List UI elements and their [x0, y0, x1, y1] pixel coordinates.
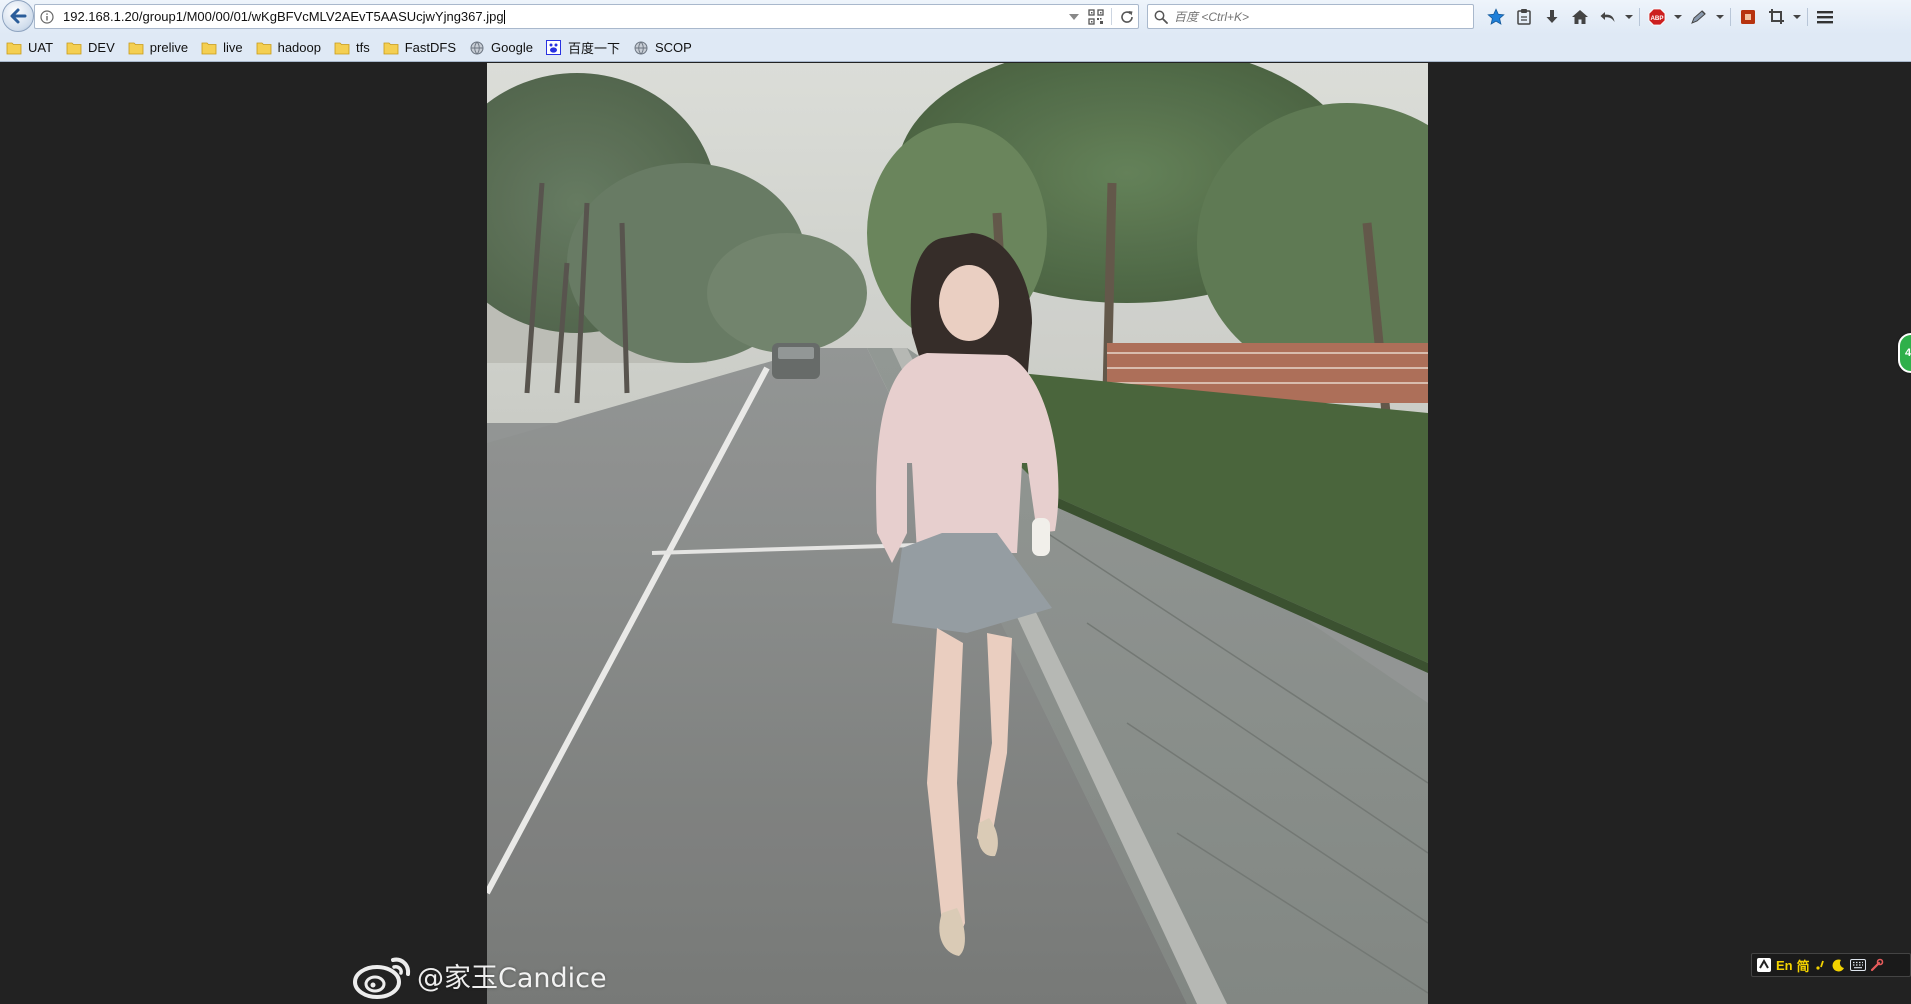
ime-logo-icon[interactable] — [1756, 957, 1772, 973]
crop-dropdown-icon[interactable] — [1790, 4, 1804, 29]
bookmark-label: UAT — [28, 40, 54, 55]
folder-icon — [383, 40, 399, 56]
reload-icon[interactable] — [1116, 9, 1138, 25]
bookmark-label: FastDFS — [404, 40, 457, 55]
search-bar[interactable] — [1147, 4, 1474, 29]
folder-icon — [334, 40, 350, 56]
bookmark-item[interactable]: 百度一下 — [546, 38, 620, 57]
bookmark-label: tfs — [355, 40, 370, 55]
url-input[interactable]: 192.168.1.20/group1/M00/00/01/wKgBFVcMLV… — [59, 9, 1063, 25]
url-bar[interactable]: 192.168.1.20/group1/M00/00/01/wKgBFVcMLV… — [34, 4, 1139, 29]
navigation-toolbar: 192.168.1.20/group1/M00/00/01/wKgBFVcMLV… — [0, 0, 1911, 34]
bookmark-label: live — [223, 40, 243, 55]
folder-icon — [256, 40, 272, 56]
bookmark-item[interactable]: Google — [469, 40, 533, 56]
abp-icon[interactable]: ABP — [1643, 4, 1671, 29]
undo-icon[interactable] — [1594, 4, 1622, 29]
ime-simplified[interactable]: 简 — [1797, 956, 1810, 975]
pen-dropdown-icon[interactable] — [1713, 4, 1727, 29]
folder-icon — [6, 40, 22, 56]
bookmark-item[interactable]: tfs — [334, 40, 370, 56]
bookmark-label: DEV — [88, 40, 115, 55]
bookmark-label: hadoop — [277, 40, 321, 55]
bookmark-item[interactable]: live — [201, 40, 243, 56]
photo-image[interactable] — [487, 63, 1428, 1004]
folder-icon — [201, 40, 217, 56]
ime-lang[interactable]: En — [1776, 958, 1793, 973]
bookmark-item[interactable]: SCOP — [633, 40, 692, 56]
menu-icon[interactable] — [1811, 4, 1839, 29]
bookmark-label: Google — [491, 40, 533, 55]
folder-icon — [66, 40, 82, 56]
weibo-logo-icon — [353, 957, 411, 999]
home-icon[interactable] — [1566, 4, 1594, 29]
site-info-icon[interactable] — [35, 9, 59, 24]
star-icon[interactable] — [1482, 4, 1510, 29]
bookmark-item[interactable]: FastDFS — [383, 40, 456, 56]
ime-toolbar[interactable]: En 简 — [1751, 953, 1911, 977]
crop-icon[interactable] — [1762, 4, 1790, 29]
back-arrow-icon — [10, 8, 27, 24]
bookmark-label: prelive — [149, 40, 189, 55]
bookmark-item[interactable]: prelive — [128, 40, 188, 56]
bookmark-label: SCOP — [654, 40, 692, 55]
toolbar-icons: ABP — [1482, 4, 1839, 29]
download-icon[interactable] — [1538, 4, 1566, 29]
undo-dropdown-icon[interactable] — [1622, 4, 1636, 29]
photo-illustration — [487, 63, 1428, 1004]
clipboard-icon[interactable] — [1510, 4, 1538, 29]
url-text: 192.168.1.20/group1/M00/00/01/wKgBFVcMLV… — [63, 8, 504, 24]
abp-dropdown-icon[interactable] — [1671, 4, 1685, 29]
page-content: @家玉Candice 4 En 简 — [0, 63, 1911, 1004]
bookmark-item[interactable]: UAT — [6, 40, 53, 56]
back-button[interactable] — [2, 0, 34, 32]
pen-icon[interactable] — [1685, 4, 1713, 29]
bookmark-item[interactable]: DEV — [66, 40, 115, 56]
qr-code-icon[interactable] — [1085, 8, 1107, 25]
bookmark-item[interactable]: hadoop — [256, 40, 321, 56]
tools-icon[interactable] — [1870, 958, 1884, 972]
search-input[interactable] — [1174, 9, 1454, 24]
dropdown-arrow-icon[interactable] — [1063, 12, 1085, 22]
weibo-watermark: @家玉Candice — [351, 950, 607, 1000]
globe-icon — [633, 40, 649, 56]
stop-icon[interactable] — [1734, 4, 1762, 29]
search-icon — [1154, 10, 1168, 24]
side-badge-count: 4 — [1905, 347, 1911, 359]
side-badge[interactable]: 4 — [1898, 333, 1911, 373]
keyboard-icon[interactable] — [1849, 959, 1866, 971]
moon-icon[interactable] — [1832, 958, 1846, 972]
bookmark-label: 百度一下 — [567, 41, 620, 56]
bookmarks-bar: UAT DEV prelive live hadoop tfs FastDFS Google 百… — [0, 34, 1911, 62]
watermark-text: @家玉Candice — [417, 962, 607, 994]
folder-icon — [128, 40, 144, 56]
ime-punct-icon[interactable] — [1814, 958, 1828, 972]
svg-text:ABP: ABP — [1650, 14, 1663, 21]
baidu-icon — [546, 40, 562, 56]
globe-icon — [469, 40, 485, 56]
